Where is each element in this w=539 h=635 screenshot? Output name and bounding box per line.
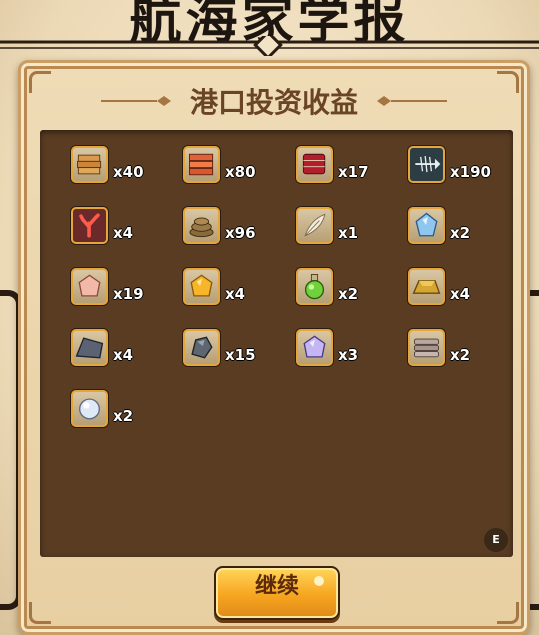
item-quantity: x15 (225, 346, 256, 364)
reward-item[interactable]: x4 (408, 268, 518, 310)
iron-ore-icon (183, 329, 220, 366)
e-badge[interactable]: E (484, 528, 508, 552)
button-shine-icon (314, 576, 324, 586)
item-quantity: x4 (113, 224, 134, 242)
purple-gem-icon (296, 329, 333, 366)
corner-ornament (29, 602, 51, 624)
red-cloth-bolt-icon (296, 146, 333, 183)
reward-item[interactable]: x96 (183, 207, 293, 249)
fishbone-icon (408, 146, 445, 183)
reward-item[interactable]: x190 (408, 146, 518, 188)
item-quantity: x4 (225, 285, 246, 303)
gold-gem-icon (183, 268, 220, 305)
reward-items-grid: x40 x80 x17 x190 x4 x96 x1 x2 x19 x4 x2 … (40, 130, 513, 557)
item-quantity: x2 (338, 285, 359, 303)
banner-rule-divider (0, 36, 539, 56)
reward-item[interactable]: x4 (71, 329, 181, 371)
reward-item[interactable]: x15 (183, 329, 293, 371)
item-quantity: x17 (338, 163, 369, 181)
item-quantity: x80 (225, 163, 256, 181)
reward-item[interactable]: x3 (296, 329, 406, 371)
slate-slab-icon (71, 329, 108, 366)
pink-gem-icon (71, 268, 108, 305)
pearl-icon (71, 390, 108, 427)
item-quantity: x96 (225, 224, 256, 242)
item-quantity: x4 (450, 285, 471, 303)
reward-item[interactable]: x2 (296, 268, 406, 310)
item-quantity: x2 (450, 346, 471, 364)
panel-title: 港口投资收益 (189, 86, 358, 119)
reward-item[interactable]: x19 (71, 268, 181, 310)
stone-bricks-icon (408, 329, 445, 366)
green-potion-icon (296, 268, 333, 305)
reward-item[interactable]: x2 (408, 329, 518, 371)
continue-button-label: 继续 (254, 574, 299, 599)
item-quantity: x2 (113, 407, 134, 425)
reward-item[interactable]: x2 (408, 207, 518, 249)
item-quantity: x40 (113, 163, 144, 181)
brick-stack-icon (183, 146, 220, 183)
reward-item[interactable]: x1 (296, 207, 406, 249)
item-quantity: x4 (113, 346, 134, 364)
reward-item[interactable]: x4 (71, 207, 181, 249)
reward-item[interactable]: x80 (183, 146, 293, 188)
item-quantity: x1 (338, 224, 359, 242)
rope-coil-icon (183, 207, 220, 244)
item-quantity: x190 (450, 163, 491, 181)
blue-crystal-icon (408, 207, 445, 244)
title-flourish-icon (377, 96, 447, 106)
reward-item[interactable]: x40 (71, 146, 181, 188)
corner-ornament (497, 602, 519, 624)
wood-planks-icon (71, 146, 108, 183)
gold-ingot-icon (408, 268, 445, 305)
continue-button[interactable]: 继续 (214, 566, 340, 620)
item-quantity: x19 (113, 285, 144, 303)
reward-item[interactable]: x4 (183, 268, 293, 310)
reward-item[interactable]: x2 (71, 390, 181, 432)
investment-reward-panel: 港口投资收益 x40 x80 x17 x190 x4 x96 x1 x2 x19… (18, 60, 530, 635)
item-quantity: x3 (338, 346, 359, 364)
reward-item[interactable]: x17 (296, 146, 406, 188)
item-quantity: x2 (450, 224, 471, 242)
feather-icon (296, 207, 333, 244)
coral-icon (71, 207, 108, 244)
